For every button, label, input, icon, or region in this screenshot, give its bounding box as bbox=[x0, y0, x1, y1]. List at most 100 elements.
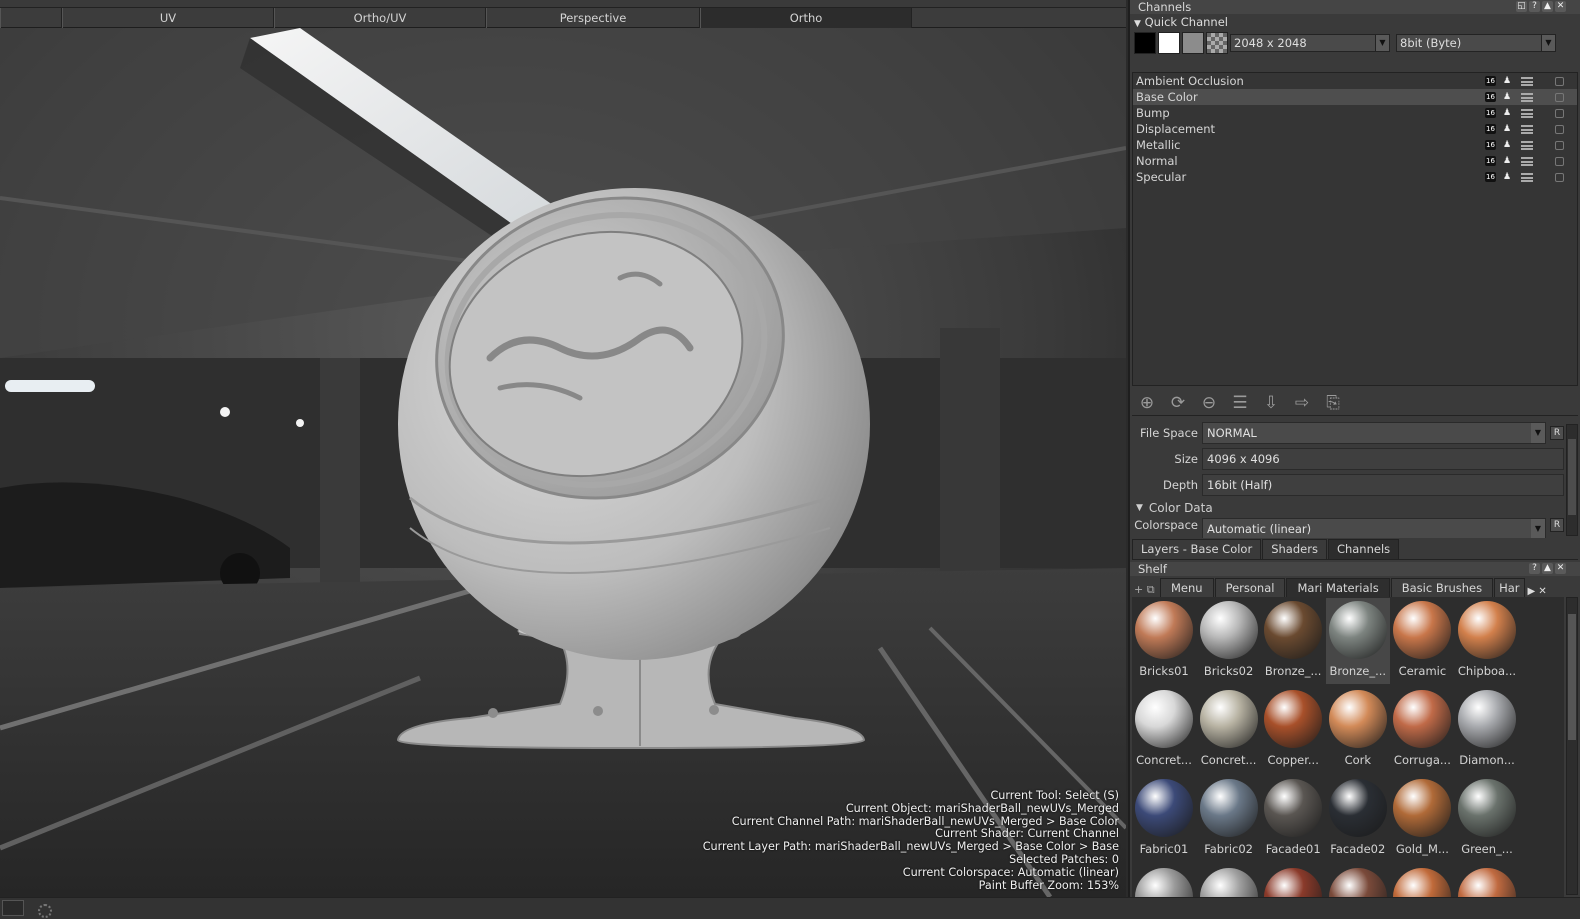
transparent-swatch[interactable] bbox=[1206, 32, 1228, 54]
export-channel-icon[interactable]: ⇨ bbox=[1290, 392, 1314, 414]
paint-target-icon[interactable]: ♟ bbox=[1503, 108, 1513, 118]
channel-menu-icon[interactable] bbox=[1521, 125, 1533, 134]
lock-icon[interactable] bbox=[1555, 157, 1564, 166]
black-swatch[interactable] bbox=[1134, 32, 1156, 54]
scroll-thumb[interactable] bbox=[1568, 439, 1576, 515]
channel-row-normal[interactable]: Normal 16 ♟ bbox=[1133, 153, 1577, 169]
material-tile[interactable]: Fabric02 bbox=[1197, 776, 1261, 862]
lock-icon[interactable] bbox=[1555, 93, 1564, 102]
channel-menu-icon[interactable] bbox=[1521, 109, 1533, 118]
tab-channels[interactable]: Channels bbox=[1327, 539, 1400, 559]
float-icon[interactable]: ◱ bbox=[1516, 1, 1527, 12]
material-tile[interactable]: Bricks02 bbox=[1197, 598, 1261, 684]
material-tile[interactable]: Bronze_... bbox=[1261, 598, 1325, 684]
paint-target-icon[interactable]: ♟ bbox=[1503, 124, 1513, 134]
tab-ortho[interactable]: Ortho bbox=[700, 8, 912, 28]
color-data-header[interactable]: ▼ Color Data bbox=[1132, 498, 1564, 518]
shelf-tab-personal[interactable]: Personal bbox=[1214, 578, 1286, 597]
maximize-icon[interactable]: ▲ bbox=[1542, 1, 1553, 12]
lock-icon[interactable] bbox=[1555, 173, 1564, 182]
paint-target-icon[interactable]: ♟ bbox=[1503, 92, 1513, 102]
material-tile[interactable] bbox=[1326, 865, 1390, 897]
shelf-tab-har[interactable]: Har bbox=[1494, 578, 1525, 597]
material-tile[interactable] bbox=[1197, 865, 1261, 897]
lock-icon[interactable] bbox=[1555, 77, 1564, 86]
material-tile[interactable]: Gold_M... bbox=[1390, 776, 1454, 862]
lock-icon[interactable] bbox=[1555, 109, 1564, 118]
material-tile[interactable] bbox=[1261, 865, 1325, 897]
channel-row-displacement[interactable]: Displacement 16 ♟ bbox=[1133, 121, 1577, 137]
paint-target-icon[interactable]: ♟ bbox=[1503, 172, 1513, 182]
channel-menu-icon[interactable] bbox=[1521, 77, 1533, 86]
close-icon[interactable]: ✕ bbox=[1555, 1, 1566, 12]
colorspace-reset-button[interactable]: R bbox=[1550, 518, 1564, 532]
gray-swatch[interactable] bbox=[1182, 32, 1204, 54]
channel-row-bump[interactable]: Bump 16 ♟ bbox=[1133, 105, 1577, 121]
material-tile[interactable]: Diamon... bbox=[1455, 687, 1519, 773]
material-tile[interactable]: Cork bbox=[1326, 687, 1390, 773]
tab-layers-base-color[interactable]: Layers - Base Color bbox=[1132, 539, 1262, 559]
material-tile[interactable]: Corruga... bbox=[1390, 687, 1454, 773]
tab-shaders[interactable]: Shaders bbox=[1262, 539, 1327, 559]
shelf-tab-menu[interactable]: Menu bbox=[1160, 578, 1214, 597]
material-tile[interactable]: Facade01 bbox=[1261, 776, 1325, 862]
shelf-tab-mari-materials[interactable]: Mari Materials bbox=[1286, 578, 1390, 597]
channel-list-icon[interactable]: ☰ bbox=[1228, 392, 1252, 414]
paint-target-icon[interactable]: ♟ bbox=[1503, 156, 1513, 166]
material-tile[interactable]: Fabric01 bbox=[1132, 776, 1196, 862]
lock-icon[interactable] bbox=[1555, 125, 1564, 134]
file-space-reset-button[interactable]: R bbox=[1550, 426, 1564, 440]
file-space-dropdown[interactable]: NORMAL ▼ bbox=[1202, 422, 1546, 444]
quick-channel-size-dropdown[interactable]: 2048 x 2048 ▼ bbox=[1230, 34, 1390, 52]
material-tile[interactable]: Bricks01 bbox=[1132, 598, 1196, 684]
lock-icon[interactable] bbox=[1555, 141, 1564, 150]
channel-menu-icon[interactable] bbox=[1521, 157, 1533, 166]
quick-channel-depth-dropdown[interactable]: 8bit (Byte) ▼ bbox=[1396, 34, 1556, 52]
properties-scrollbar[interactable] bbox=[1566, 424, 1578, 536]
material-tile[interactable]: Ceramic bbox=[1390, 598, 1454, 684]
add-shelf-icon[interactable]: + ⧉ bbox=[1132, 583, 1160, 597]
shelf-scrollbar[interactable] bbox=[1566, 597, 1578, 895]
channel-row-ambient-occlusion[interactable]: Ambient Occlusion 16 ♟ bbox=[1133, 73, 1577, 89]
close-icon[interactable]: ✕ bbox=[1555, 563, 1566, 574]
help-icon[interactable]: ? bbox=[1529, 563, 1540, 574]
tab-blank[interactable] bbox=[0, 8, 62, 28]
channel-menu-icon[interactable] bbox=[1521, 93, 1533, 102]
channel-row-base-color[interactable]: Base Color 16 ♟ bbox=[1133, 89, 1577, 105]
material-tile[interactable]: Chipboa... bbox=[1455, 598, 1519, 684]
shelf-tab-basic-brushes[interactable]: Basic Brushes bbox=[1390, 578, 1494, 597]
material-tile[interactable] bbox=[1132, 865, 1196, 897]
material-tile[interactable] bbox=[1390, 865, 1454, 897]
channel-row-metallic[interactable]: Metallic 16 ♟ bbox=[1133, 137, 1577, 153]
copy-channel-icon[interactable]: ⎘ bbox=[1321, 392, 1345, 414]
colorspace-dropdown[interactable]: Automatic (linear) ▼ bbox=[1202, 518, 1546, 538]
tab-perspective[interactable]: Perspective bbox=[486, 8, 700, 28]
file-space-row: File Space NORMAL ▼ R bbox=[1132, 420, 1564, 446]
material-tile[interactable]: Green_... bbox=[1455, 776, 1519, 862]
material-tile[interactable]: Concret... bbox=[1197, 687, 1261, 773]
material-ball-icon bbox=[1264, 601, 1323, 659]
quick-channel-header[interactable]: ▼ Quick Channel bbox=[1130, 14, 1580, 30]
channel-menu-icon[interactable] bbox=[1521, 141, 1533, 150]
scroll-thumb[interactable] bbox=[1568, 614, 1576, 740]
channel-row-specular[interactable]: Specular 16 ♟ bbox=[1133, 169, 1577, 185]
paint-target-icon[interactable]: ♟ bbox=[1503, 140, 1513, 150]
material-tile[interactable] bbox=[1455, 865, 1519, 897]
maximize-icon[interactable]: ▲ bbox=[1542, 563, 1553, 574]
3d-viewport[interactable]: Current Tool: Select (S) Current Object:… bbox=[0, 28, 1126, 897]
white-swatch[interactable] bbox=[1158, 32, 1180, 54]
add-channel-icon[interactable]: ⊕ bbox=[1135, 392, 1159, 414]
paint-target-icon[interactable]: ♟ bbox=[1503, 76, 1513, 86]
channel-menu-icon[interactable] bbox=[1521, 173, 1533, 182]
material-tile[interactable]: Bronze_... bbox=[1325, 598, 1390, 684]
import-channel-icon[interactable]: ⇩ bbox=[1259, 392, 1283, 414]
remove-channel-icon[interactable]: ⊖ bbox=[1197, 392, 1221, 414]
refresh-channel-icon[interactable]: ⟳ bbox=[1166, 392, 1190, 414]
material-tile[interactable]: Concret... bbox=[1132, 687, 1196, 773]
tab-ortho-uv[interactable]: Ortho/UV bbox=[274, 8, 486, 28]
tab-uv[interactable]: UV bbox=[62, 8, 274, 28]
help-icon[interactable]: ? bbox=[1529, 1, 1540, 12]
tab-scroll-arrows-icon[interactable]: ▶ ✕ bbox=[1528, 586, 1547, 597]
material-tile[interactable]: Facade02 bbox=[1326, 776, 1390, 862]
material-tile[interactable]: Copper... bbox=[1261, 687, 1325, 773]
